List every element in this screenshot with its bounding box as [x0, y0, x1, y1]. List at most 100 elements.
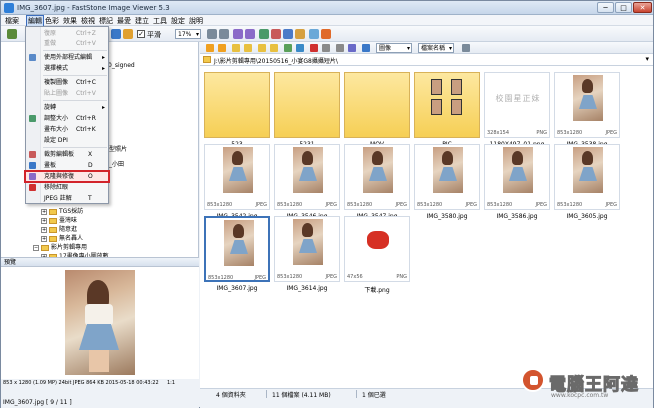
menu-item-external-edit[interactable]: 使用外部程式編輯 ▸ [26, 53, 108, 62]
path-text[interactable]: J:\影片剪輯專用\20150516_小宴G8攝攝短片\ [214, 56, 338, 65]
back-icon[interactable] [206, 44, 214, 52]
menu-effects[interactable]: 效果 [63, 16, 77, 26]
new-folder-icon[interactable] [258, 44, 266, 52]
view-mode-select[interactable]: 圖像 [376, 43, 412, 53]
chevron-down-icon[interactable]: ▾ [645, 55, 649, 63]
zoom-ratio[interactable]: 1:1 [167, 379, 175, 388]
menu-item-resize[interactable]: 調整大小 Ctrl+R [26, 114, 108, 123]
rotate-right-icon[interactable] [245, 29, 255, 39]
menu-item-red-eye[interactable]: 移除紅眼 [26, 183, 108, 192]
menu-view[interactable]: 檢視 [81, 16, 95, 26]
thumbnail-item[interactable]: 校園星正妹 328x154 PNG 1180X497_01.png [484, 72, 550, 148]
menu-help[interactable]: 說明 [189, 16, 203, 26]
thumbnail-item[interactable]: PIC [414, 72, 480, 148]
image-thumbnail[interactable]: 853x1280 JPEG [414, 144, 480, 210]
image-thumbnail[interactable]: 853x1280 JPEG [274, 216, 340, 282]
zoom-out-icon[interactable] [219, 29, 229, 39]
delete-icon[interactable] [310, 44, 318, 52]
print-icon[interactable] [295, 29, 305, 39]
settings-icon[interactable] [309, 29, 319, 39]
menu-item-jpeg-comment[interactable]: JPEG 註解 T [26, 194, 108, 203]
thumbnail-item-selected[interactable]: 853x1280 JPEG IMG_3607.jpg [204, 216, 270, 292]
menu-item-redo[interactable]: 重做 Ctrl+V [26, 39, 108, 48]
crop-icon[interactable] [271, 29, 281, 39]
zoom-select[interactable]: 17% [175, 29, 201, 39]
menu-create[interactable]: 建立 [135, 16, 149, 26]
menu-item-undo[interactable]: 復原 Ctrl+Z [26, 29, 108, 38]
tree-item-signed[interactable]: _0_signed [105, 62, 135, 69]
menu-settings[interactable]: 設定 [171, 16, 185, 26]
forward-icon[interactable] [218, 44, 226, 52]
fullscreen-icon[interactable] [111, 29, 121, 39]
menu-file[interactable]: 檔案 [5, 16, 19, 26]
copy-to-icon[interactable] [270, 44, 278, 52]
filter-icon[interactable] [348, 44, 356, 52]
menu-item-draw-board[interactable]: 畫板 D [26, 161, 108, 170]
expand-icon[interactable]: + [41, 217, 47, 224]
image-thumbnail[interactable]: 47x56 PNG [344, 216, 410, 282]
thumbnail-item[interactable]: MOV [344, 72, 410, 148]
menu-item-paste-image[interactable]: 貼上圖像 Ctrl+V [26, 89, 108, 98]
expand-icon[interactable]: + [41, 226, 47, 233]
menu-color[interactable]: 色彩 [45, 16, 59, 26]
help-icon[interactable] [321, 29, 331, 39]
thumbnail-item[interactable]: 47x56 PNG 下載.png [344, 216, 410, 294]
image-thumbnail[interactable]: 853x1280 JPEG [344, 144, 410, 210]
menu-item-set-dpi[interactable]: 設定 DPI [26, 136, 108, 145]
menu-item-canvas-size[interactable]: 畫布大小 Ctrl+K [26, 125, 108, 134]
menu-item-crop-board[interactable]: 裁剪編輯板 X [26, 150, 108, 159]
thumbnail-item[interactable]: 523 [204, 72, 270, 148]
menu-favorites[interactable]: 最愛 [117, 16, 131, 26]
tree-item-taiwan[interactable]: + 臺灣味 [41, 215, 77, 224]
resize-icon[interactable] [259, 29, 269, 39]
up-folder-icon[interactable] [232, 44, 240, 52]
sort-order-icon[interactable] [462, 44, 470, 52]
expand-icon[interactable]: + [41, 208, 47, 215]
tree-item-nameless[interactable]: + 無名轟人 [41, 233, 83, 242]
image-thumbnail[interactable]: 853x1280 JPEG [554, 144, 620, 210]
expand-icon[interactable]: + [41, 235, 47, 242]
sort-select[interactable]: 檔案名稱 [418, 43, 454, 53]
folder-thumbnail[interactable] [414, 72, 480, 138]
folder-thumbnail[interactable] [344, 72, 410, 138]
thumbnail-item[interactable]: 853x1280 JPEG IMG_3538.jpg [554, 72, 620, 148]
zoom-in-icon[interactable] [207, 29, 217, 39]
thumbnail-item[interactable]: 853x1280 JPEG IMG_3586.jpg [484, 144, 550, 220]
thumbnail-item[interactable]: 853x1280 JPEG IMG_3605.jpg [554, 144, 620, 220]
maximize-button[interactable]: □ [615, 2, 632, 13]
email-icon[interactable] [283, 29, 293, 39]
thumbnail-item[interactable]: 853x1280 JPEG IMG_3614.jpg [274, 216, 340, 292]
image-thumbnail[interactable]: 853x1280 JPEG [204, 216, 270, 282]
menu-item-clone-heal[interactable]: 克隆與修復 O [24, 170, 110, 183]
smooth-checkbox[interactable]: ✓ [137, 30, 145, 38]
image-thumbnail[interactable]: 853x1280 JPEG [484, 144, 550, 210]
rename-icon[interactable] [296, 44, 304, 52]
menu-item-select-mode[interactable]: 選擇模式 ▸ [26, 64, 108, 73]
refresh-icon[interactable] [362, 44, 370, 52]
thumbnail-item[interactable]: 853x1280 JPEG IMG_3546.jpg [274, 144, 340, 220]
favorites-icon[interactable] [244, 44, 252, 52]
image-thumbnail[interactable]: 853x1280 JPEG [554, 72, 620, 138]
menu-tools[interactable]: 工具 [153, 16, 167, 26]
folder-thumbnail[interactable] [204, 72, 270, 138]
menu-tags[interactable]: 標記 [99, 16, 113, 26]
folder-thumbnail[interactable] [274, 72, 340, 138]
rotate-left-icon[interactable] [233, 29, 243, 39]
close-button[interactable]: ✕ [633, 2, 652, 13]
move-to-icon[interactable] [284, 44, 292, 52]
menu-item-copy-image[interactable]: 複製圖像 Ctrl+C [26, 78, 108, 87]
tree-item-wander[interactable]: + 隨意逛 [41, 224, 77, 233]
collapse-icon[interactable]: − [33, 244, 39, 251]
compare-icon[interactable] [336, 44, 344, 52]
menu-item-rotate[interactable]: 旋轉 ▸ [26, 103, 108, 112]
minimize-button[interactable]: ─ [597, 2, 614, 13]
tree-item-tgs[interactable]: + TGS採訪 [41, 206, 83, 215]
slideshow-icon[interactable] [123, 29, 133, 39]
thumbnail-item[interactable]: 853x1280 JPEG IMG_3547.jpg [344, 144, 410, 220]
tree-item-video[interactable]: − 影片剪輯專用 [33, 242, 87, 251]
thumbnail-item[interactable]: 853x1280 JPEG IMG_3580.jpg [414, 144, 480, 220]
image-thumbnail[interactable]: 853x1280 JPEG [274, 144, 340, 210]
open-icon[interactable] [7, 29, 17, 39]
thumbnail-item[interactable]: 5231 [274, 72, 340, 148]
image-thumbnail[interactable]: 校園星正妹 328x154 PNG [484, 72, 550, 138]
